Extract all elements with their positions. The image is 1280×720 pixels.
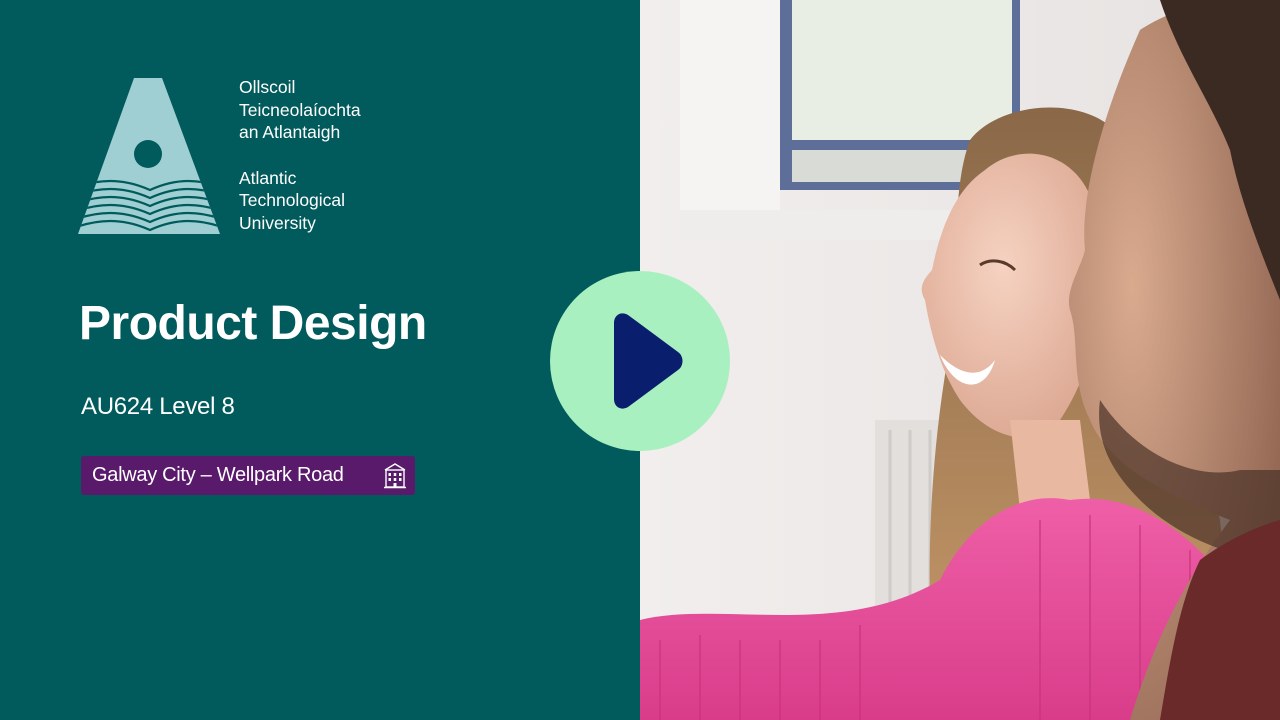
university-name-irish-line-1: Ollscoil <box>239 77 296 97</box>
building-icon <box>384 463 406 489</box>
university-name: Ollscoil Teicneolaíochta an Atlantaigh A… <box>239 76 361 234</box>
university-name-irish-line-3: an Atlantaigh <box>239 122 341 142</box>
info-panel: Ollscoil Teicneolaíochta an Atlantaigh A… <box>0 0 640 720</box>
play-button[interactable] <box>550 271 730 451</box>
university-name-irish-line-2: Teicneolaíochta <box>239 99 361 120</box>
campus-label: Galway City – Wellpark Road <box>92 464 344 486</box>
campus-badge: Galway City – Wellpark Road <box>81 456 415 495</box>
university-name-english-line-3: University <box>239 212 316 233</box>
course-title: Product Design <box>79 297 427 350</box>
university-logo-icon <box>78 78 220 234</box>
university-name-english-line-2: Technological <box>239 190 346 210</box>
university-name-english-line-1: Atlantic <box>239 167 297 188</box>
play-icon <box>614 313 683 409</box>
course-code-level: AU624 Level 8 <box>81 393 235 420</box>
students-photo <box>640 0 1280 720</box>
students-photo-illustration <box>640 0 1280 720</box>
